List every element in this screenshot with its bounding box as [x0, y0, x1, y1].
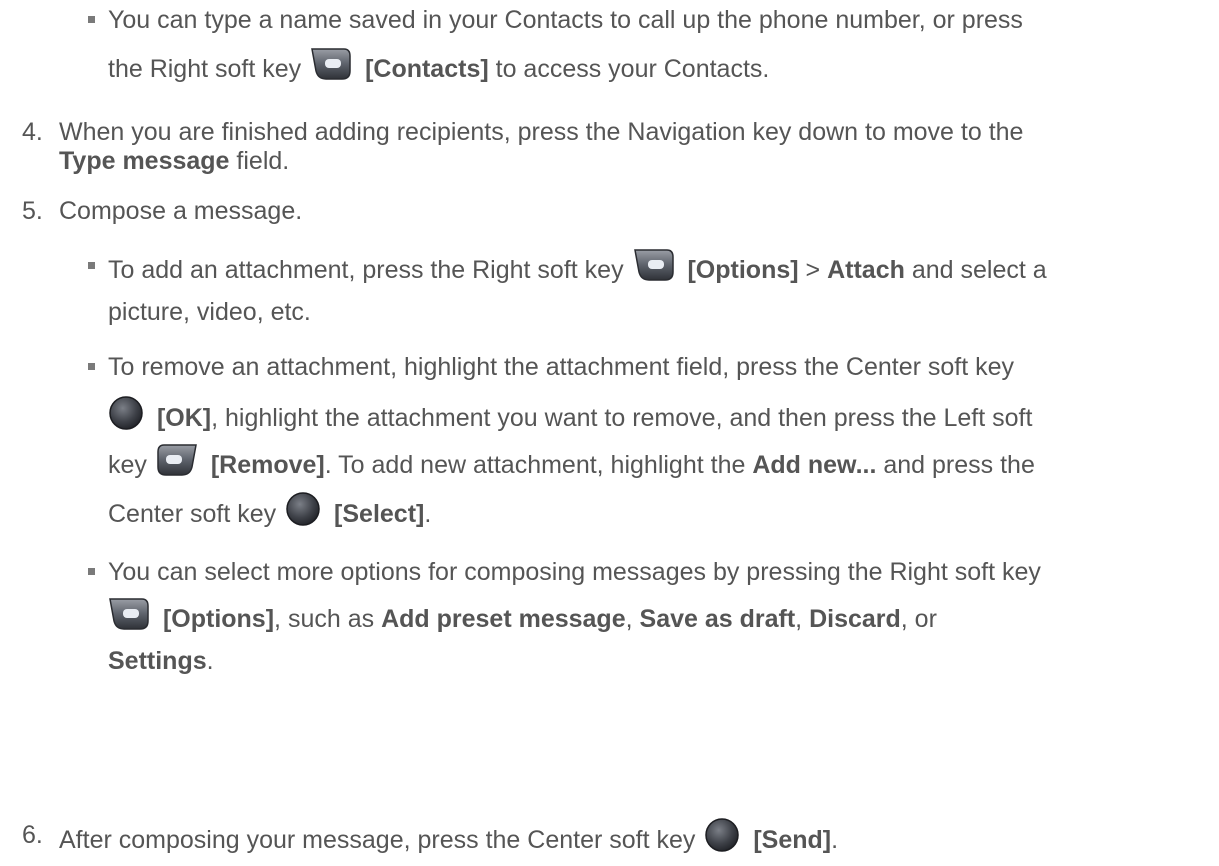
center-soft-key-icon	[704, 817, 740, 860]
left-soft-key-icon	[156, 443, 198, 484]
text: ,	[795, 605, 803, 634]
bullet-marker	[88, 363, 95, 370]
add-new-label: Add new...	[752, 451, 877, 480]
bullet-remove-line4: Center soft key [Select].	[108, 491, 432, 537]
text: >	[805, 256, 821, 285]
text: After composing your message, press the …	[59, 826, 696, 855]
text: field.	[236, 147, 290, 175]
step-number: 6.	[22, 821, 43, 849]
step-number: 4.	[22, 118, 43, 146]
text: and select a	[911, 256, 1047, 285]
right-soft-key-icon	[633, 248, 675, 289]
text: to access your Contacts.	[495, 55, 770, 84]
bullet-marker	[88, 16, 95, 23]
right-soft-key-icon	[108, 597, 150, 638]
text: key	[108, 451, 147, 480]
bullet-attach-line2: picture, video, etc.	[108, 297, 311, 327]
bullet-attach-line1: To add an attachment, press the Right so…	[108, 248, 1047, 292]
attach-label: Attach	[827, 256, 905, 285]
contacts-label: [Contacts]	[365, 55, 489, 84]
text: picture, video, etc.	[108, 298, 311, 326]
text: .	[831, 826, 839, 855]
document-page: You can type a name saved in your Contac…	[0, 0, 1219, 866]
text: and press the	[883, 451, 1035, 480]
ok-label: [OK]	[156, 404, 212, 433]
text: You can select more options for composin…	[108, 558, 1041, 586]
text: Center soft key	[108, 500, 277, 529]
bullet-contacts-line1: You can type a name saved in your Contac…	[108, 5, 1023, 35]
settings-label: Settings	[108, 647, 207, 675]
text: .	[424, 500, 432, 529]
bullet-remove-line3: key [Remove]. To add new attachment, hig…	[108, 443, 1035, 487]
bullet-options-line2: [Options], such as Add preset message, S…	[108, 597, 937, 641]
type-message-label: Type message	[59, 147, 230, 175]
text: When you are finished adding recipients,…	[59, 118, 1024, 146]
options-label: [Options]	[687, 256, 799, 285]
step4-line1: When you are finished adding recipients,…	[59, 117, 1023, 147]
text: the Right soft key	[108, 55, 302, 84]
step4-line2: Type message field.	[59, 146, 289, 176]
step6-line: After composing your message, press the …	[59, 817, 839, 863]
bullet-remove-line1: To remove an attachment, highlight the a…	[108, 352, 1014, 382]
step5-line: Compose a message.	[59, 196, 302, 226]
bullet-options-line1: You can select more options for composin…	[108, 557, 1041, 587]
save-as-draft-label: Save as draft	[639, 605, 796, 634]
bullet-options-line3: Settings.	[108, 646, 214, 676]
remove-label: [Remove]	[210, 451, 325, 480]
center-soft-key-icon	[285, 491, 321, 534]
bullet-remove-line2: [OK], highlight the attachment you want …	[108, 395, 1033, 441]
text: Compose a message.	[59, 197, 303, 225]
center-soft-key-icon	[108, 395, 144, 438]
text: ,	[625, 605, 633, 634]
step-number: 5.	[22, 197, 43, 225]
bullet-marker	[88, 262, 95, 269]
discard-label: Discard	[809, 605, 901, 634]
text: You can type a name saved in your Contac…	[108, 6, 1023, 34]
options-label: [Options]	[162, 605, 275, 634]
select-label: [Select]	[334, 500, 425, 529]
text: .	[206, 647, 214, 675]
text: , or	[900, 605, 937, 634]
add-preset-message-label: Add preset message	[381, 605, 626, 634]
send-label: [Send]	[753, 826, 832, 855]
bullet-contacts-line2: the Right soft key [Contacts] to access …	[108, 47, 770, 91]
text: , highlight the attachment you want to r…	[211, 404, 1033, 433]
text: . To add new attachment, highlight the	[324, 451, 746, 480]
text: , such as	[274, 605, 375, 634]
bullet-marker	[88, 568, 95, 575]
right-soft-key-icon	[310, 47, 352, 88]
text: To remove an attachment, highlight the a…	[108, 353, 1015, 381]
text: To add an attachment, press the Right so…	[108, 256, 624, 285]
